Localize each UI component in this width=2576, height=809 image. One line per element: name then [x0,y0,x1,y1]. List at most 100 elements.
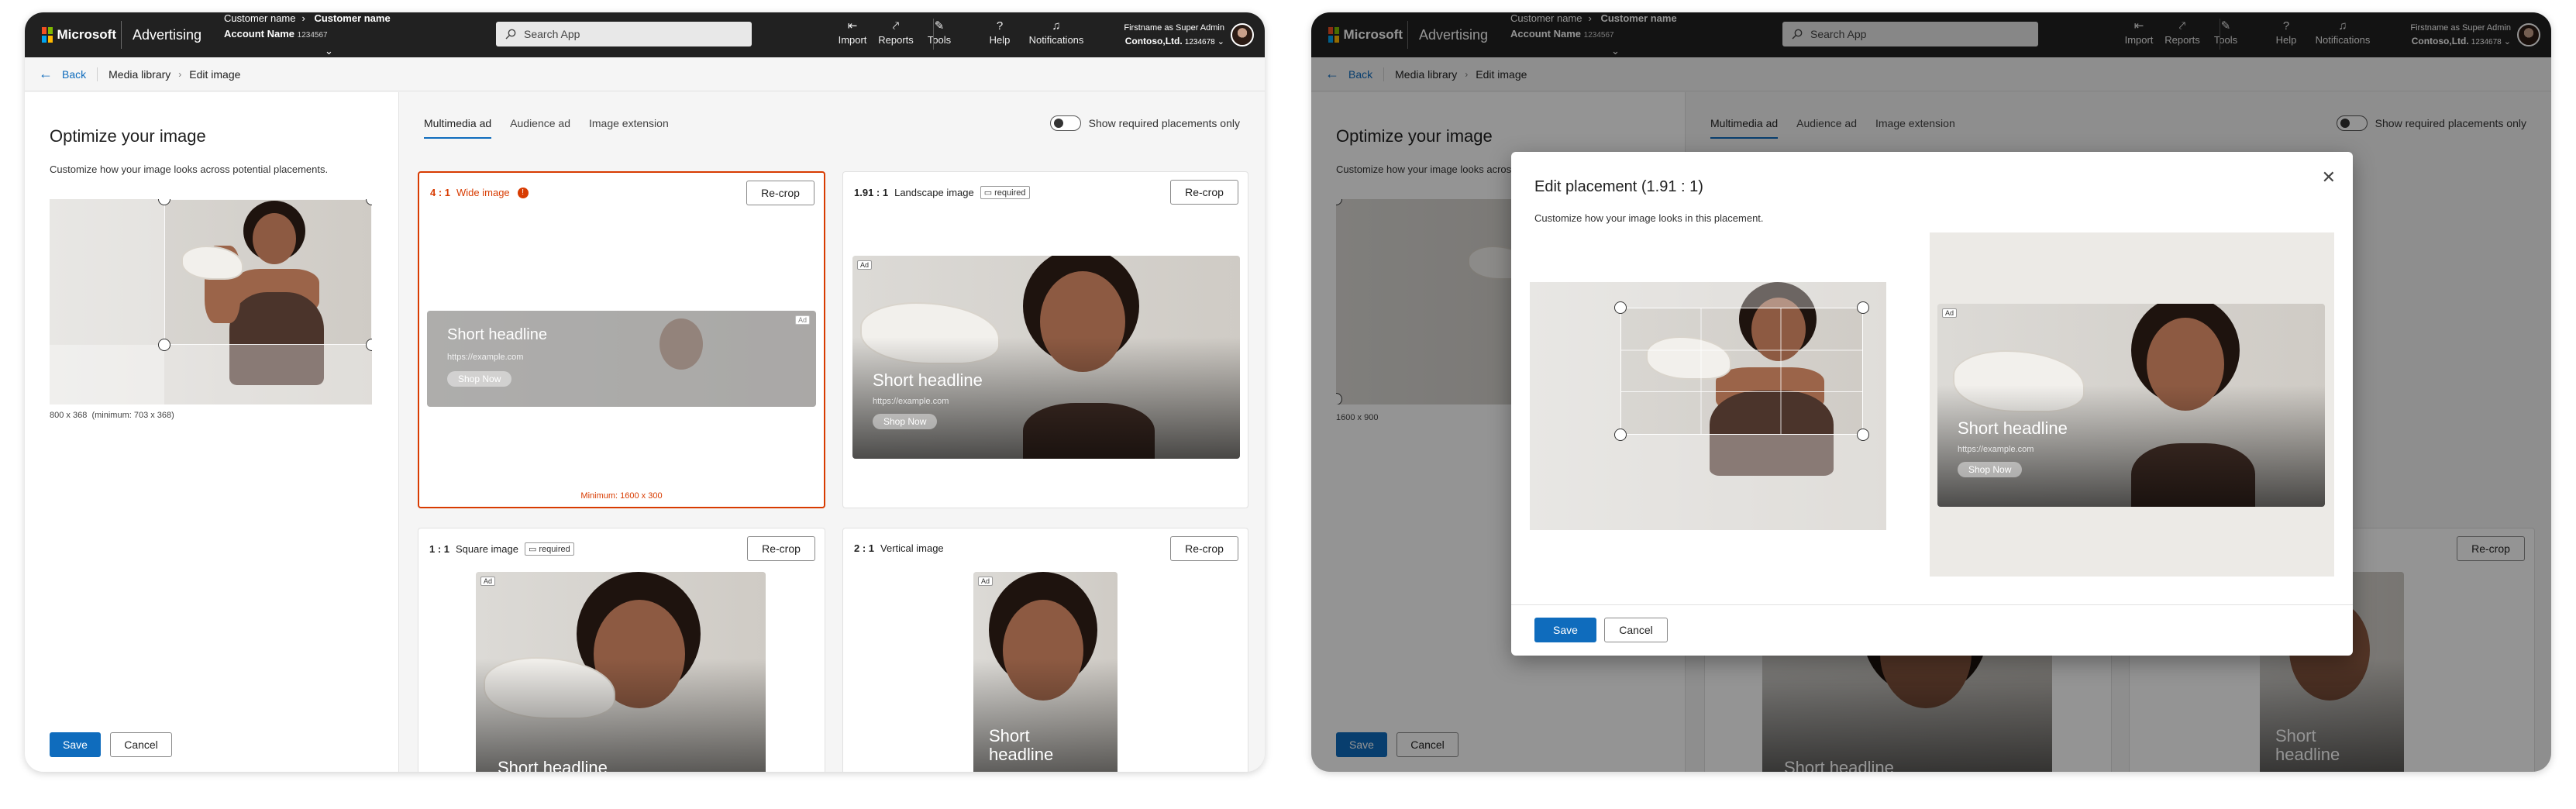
nav-label: Help [989,34,1011,46]
chevron-down-icon: ⌄ [1217,37,1224,46]
dims-value: 800 x 368 [50,411,88,420]
ad-tag: Ad [978,577,994,586]
placement-tabs: Multimedia ad Audience ad Image extensio… [424,117,687,139]
crop-mask [1620,282,1863,308]
preview-shade [476,659,766,772]
nav-help[interactable]: ? Help [978,17,1021,46]
search-placeholder: Search App [524,28,580,40]
ad-url: https://example.com [447,353,524,362]
chevron-right-icon: › [178,68,182,80]
required-badge: ▭ required [524,542,574,556]
screen-edit-image: Microsoft Advertising Customer name › Cus… [25,12,1265,772]
tab-image-extension[interactable]: Image extension [589,117,669,139]
ad-preview-landscape: Ad Short headline https://example.com Sh… [852,256,1240,459]
dims-minimum: (minimum: 703 x 368) [91,411,174,420]
nav-tools[interactable]: ✎ Tools [918,17,961,46]
divider [933,19,934,50]
user-menu[interactable]: Firstname as Super Admin Contoso,Ltd. 12… [1124,22,1224,49]
card-name: Square image [456,543,518,555]
toggle-switch[interactable] [1049,115,1081,131]
required-toggle[interactable]: Show required placements only [1049,115,1240,131]
ad-tag: Ad [480,577,496,586]
card-name: Vertical image [880,542,944,554]
ad-tag: Ad [1942,308,1958,318]
dialog-save-button[interactable]: Save [1534,618,1596,642]
card-header: 4 : 1 Wide image! [430,187,529,198]
cancel-button[interactable]: Cancel [110,732,172,757]
user-id: 1234678 [1184,38,1215,46]
top-bar: Microsoft Advertising Customer name › Cus… [25,12,1265,57]
bell-icon: ♫ [1052,19,1061,33]
nav-notifications[interactable]: ♫ Notifications [1021,17,1091,46]
ad-headline: Short headline [447,326,547,343]
reports-icon: ⤤ [892,19,900,33]
nav-label: Tools [927,34,952,46]
crop-mask [50,345,372,404]
panel-description: Customize how your image looks across po… [50,164,329,175]
placement-preview-panel: Ad Short headline https://example.com Sh… [1930,232,2334,577]
search-input[interactable]: Search App [496,22,752,46]
page-title: Optimize your image [50,126,206,146]
dialog-cancel-button[interactable]: Cancel [1604,618,1668,642]
source-image-crop[interactable] [50,199,372,404]
placement-card-landscape: 1.91 : 1 Landscape image ▭ required Re-crop… [842,171,1248,508]
back-label: Back [62,67,87,81]
screen-edit-placement-dialog: Microsoft Advertising Customer name › Cus… [1311,12,2551,772]
arrow-left-icon: ← [39,66,53,81]
card-name: Wide image [456,187,510,198]
nav-label: Notifications [1028,34,1084,46]
edit-placement-dialog: Edit placement (1.91 : 1) Customize how … [1511,152,2353,656]
ad-tag: Ad [794,315,810,325]
ad-headline: Short headline [873,370,983,390]
placement-card-wide: 4 : 1 Wide image! Re-crop Ad Short headli… [418,171,825,508]
recrop-button[interactable]: Re-crop [1170,180,1238,205]
ad-headline: Short headline [989,726,1054,764]
ad-cta-button: Shop Now [447,371,512,387]
breadcrumb-media-library[interactable]: Media library [108,68,170,81]
placements-panel: Multimedia ad Audience ad Image extensio… [399,92,1265,772]
placement-card-square: 1 : 1 Square image ▭ required Re-crop Ad Sh… [418,528,825,772]
required-text: required [994,188,1026,198]
card-header: 1.91 : 1 Landscape image ▭ required [854,186,1030,199]
dialog-footer: Save Cancel [1511,604,2353,656]
chevron-down-icon: ⌄ [325,45,333,57]
avatar[interactable] [1231,23,1254,46]
crop-handle[interactable] [1614,301,1627,314]
account-label: Account Name [224,28,295,40]
crop-handle[interactable] [1614,429,1627,441]
recrop-button[interactable]: Re-crop [746,181,814,205]
crop-mask [1620,435,1863,530]
tab-multimedia-ad[interactable]: Multimedia ad [424,117,492,139]
recrop-button[interactable]: Re-crop [747,536,815,561]
customer-label: Customer name [224,12,296,24]
nav-reports[interactable]: ⤤ Reports [874,17,918,46]
close-icon[interactable]: ✕ [2322,167,2336,188]
save-button[interactable]: Save [50,732,101,757]
ad-tag: Ad [857,260,873,270]
toggle-label: Show required placements only [1088,117,1240,129]
nav-import[interactable]: ⇤ Import [831,17,874,46]
tab-audience-ad[interactable]: Audience ad [510,117,570,139]
ad-url: https://example.com [873,397,949,406]
crop-mask [1530,282,1620,530]
tools-icon: ✎ [934,19,945,33]
ad-cta-button: Shop Now [1958,462,2023,477]
ad-preview-landscape: Ad Short headline https://example.com Sh… [1937,304,2325,507]
crop-handle[interactable] [1857,301,1869,314]
recrop-button[interactable]: Re-crop [1170,536,1238,561]
microsoft-logo[interactable]: Microsoft [42,27,116,43]
divider [97,67,98,81]
ad-preview-wide: Ad Short headline https://example.com Sh… [427,311,816,407]
back-link[interactable]: ← Back [39,66,86,82]
dialog-title: Edit placement (1.91 : 1) [1534,178,1703,195]
crop-handle[interactable] [1857,429,1869,441]
crop-handle[interactable] [158,339,170,351]
minimum-warning: Minimum: 1600 x 300 [580,491,663,501]
logo-text: Microsoft [57,27,117,42]
placement-crop-area[interactable] [1530,282,1886,530]
image-dimensions: 800 x 368 (minimum: 703 x 368) [50,411,174,420]
card-header: 1 : 1 Square image ▭ required [429,542,574,556]
ad-headline: Short headline [1958,418,2068,438]
customer-selector[interactable]: Customer name › Customer name Account Nam… [224,12,410,59]
nav-buttons: ⇤ Import ⤤ Reports ✎ Tools ? Help ♫ Notificat… [831,17,1091,46]
